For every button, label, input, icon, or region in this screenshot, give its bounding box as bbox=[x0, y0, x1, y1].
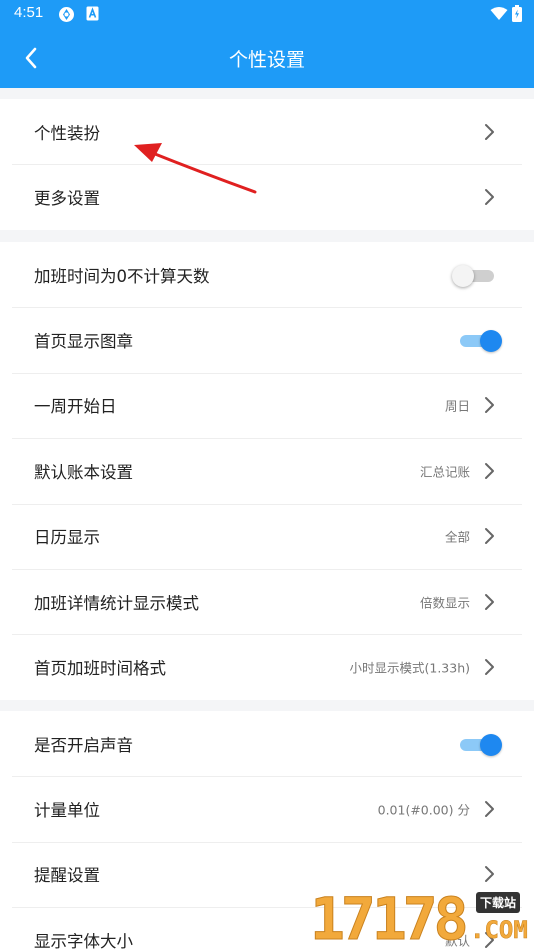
notification-a-icon bbox=[86, 6, 99, 25]
settings-row-more-settings[interactable]: 更多设置 bbox=[0, 164, 534, 229]
row-value: 小时显示模式(1.33h) bbox=[349, 660, 470, 676]
row-label: 首页加班时间格式 bbox=[34, 659, 166, 679]
row-label: 加班时间为0不计算天数 bbox=[34, 266, 210, 286]
settings-row-zero-overtime: 加班时间为0不计算天数 bbox=[0, 242, 534, 307]
row-label: 是否开启声音 bbox=[34, 735, 133, 755]
row-label: 计量单位 bbox=[34, 801, 100, 821]
status-time: 4:51 bbox=[14, 4, 44, 21]
page-title: 个性设置 bbox=[228, 49, 305, 71]
row-label: 一周开始日 bbox=[34, 397, 117, 417]
status-bar: 4:51 bbox=[0, 0, 534, 28]
chevron-right-icon bbox=[482, 188, 496, 206]
row-value: 汇总记账 bbox=[419, 464, 470, 480]
row-value: 倍数显示 bbox=[419, 595, 470, 611]
chevron-right-icon bbox=[482, 865, 496, 883]
row-label: 显示字体大小 bbox=[34, 931, 133, 950]
row-label: 首页显示图章 bbox=[34, 332, 133, 352]
settings-row-home-stamp: 首页显示图章 bbox=[0, 307, 534, 372]
row-label: 更多设置 bbox=[34, 189, 100, 209]
watermark-digits: 17178 bbox=[310, 885, 470, 950]
row-label: 提醒设置 bbox=[34, 866, 100, 886]
chevron-right-icon bbox=[482, 658, 496, 676]
chevron-right-icon bbox=[482, 462, 496, 480]
row-value: 全部 bbox=[444, 529, 470, 545]
app-bar: 个性设置 bbox=[0, 28, 534, 88]
toggle-switch[interactable] bbox=[458, 733, 502, 756]
chevron-right-icon bbox=[482, 396, 496, 414]
row-value: 周日 bbox=[444, 398, 470, 414]
row-label: 个性装扮 bbox=[34, 123, 100, 143]
chevron-right-icon bbox=[482, 123, 496, 141]
row-value: 0.01(#0.00) 分 bbox=[377, 802, 470, 818]
wifi-icon bbox=[490, 6, 508, 25]
row-label: 日历显示 bbox=[34, 528, 100, 548]
settings-row-calendar-display[interactable]: 日历显示 全部 bbox=[0, 503, 534, 569]
toggle-switch[interactable] bbox=[452, 264, 496, 287]
toggle-switch[interactable] bbox=[458, 329, 502, 353]
settings-group-general: 加班时间为0不计算天数 首页显示图章 一周开始日 周日 默认账本设置 汇总记账 … bbox=[0, 242, 534, 700]
settings-row-overtime-stats-mode[interactable]: 加班详情统计显示模式 倍数显示 bbox=[0, 568, 534, 634]
row-label: 加班详情统计显示模式 bbox=[34, 593, 199, 613]
watermark-tag: 下载站 bbox=[476, 892, 521, 913]
watermark-logo: 17178 下载站 .COM bbox=[310, 888, 534, 950]
settings-row-week-start[interactable]: 一周开始日 周日 bbox=[0, 372, 534, 438]
settings-row-sound: 是否开启声音 bbox=[0, 711, 534, 776]
chevron-right-icon bbox=[482, 593, 496, 611]
watermark-suffix: .COM bbox=[470, 916, 528, 945]
settings-row-personal-skin[interactable]: 个性装扮 bbox=[0, 99, 534, 164]
row-label: 默认账本设置 bbox=[34, 462, 133, 482]
settings-row-overtime-format[interactable]: 首页加班时间格式 小时显示模式(1.33h) bbox=[0, 634, 534, 699]
battery-icon bbox=[512, 5, 522, 26]
sync-icon bbox=[58, 6, 75, 27]
settings-row-unit[interactable]: 计量单位 0.01(#0.00) 分 bbox=[0, 776, 534, 841]
chevron-right-icon bbox=[482, 527, 496, 545]
settings-row-default-ledger[interactable]: 默认账本设置 汇总记账 bbox=[0, 438, 534, 503]
settings-group-appearance: 个性装扮 更多设置 bbox=[0, 99, 534, 230]
chevron-right-icon bbox=[482, 800, 496, 818]
